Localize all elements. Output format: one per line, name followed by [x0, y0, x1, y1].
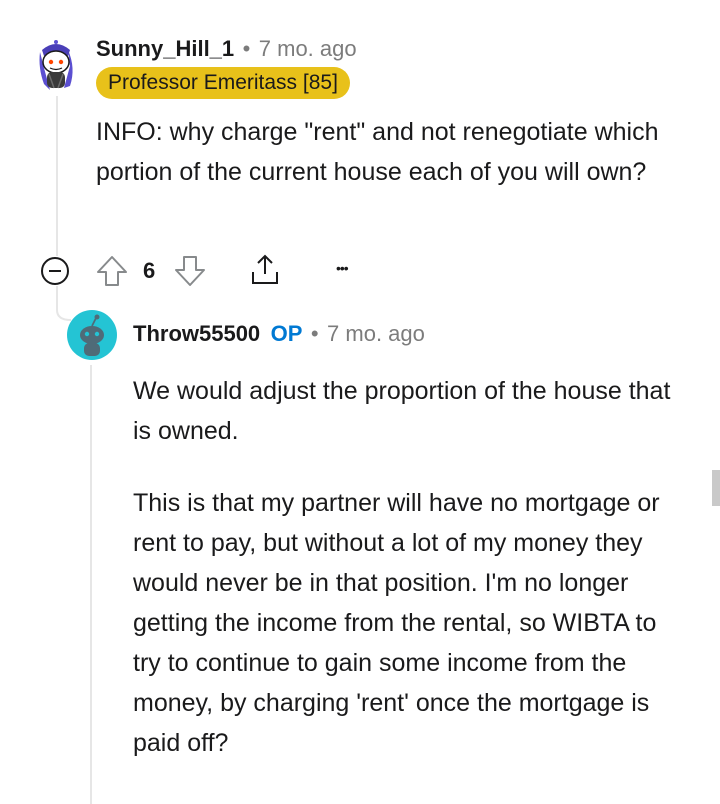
op-badge: OP [270, 321, 303, 346]
snoo-avatar-icon[interactable] [67, 310, 117, 360]
meta-separator: • [310, 321, 319, 346]
snoo-avatar-icon[interactable] [34, 38, 78, 92]
vote-count: 6 [143, 258, 156, 283]
upvote-icon[interactable] [95, 254, 129, 288]
comment-header: Sunny_Hill_1 • 7 mo. ago [96, 36, 357, 62]
reply-header: Throw55500 OP • 7 mo. ago [133, 321, 425, 347]
comment-age: 7 mo. ago [258, 36, 357, 61]
scroll-indicator[interactable] [712, 470, 720, 506]
downvote-icon[interactable] [173, 254, 207, 288]
user-flair: Professor Emeritass [85] [96, 67, 350, 99]
meta-separator: • [242, 36, 251, 61]
reply-age: 7 mo. ago [327, 321, 425, 346]
thread-line-reply [90, 365, 92, 804]
comment-body: INFO: why charge "rent" and not renegoti… [96, 112, 696, 192]
reply-body: We would adjust the proportion of the ho… [133, 371, 678, 763]
thread-line-main [56, 96, 58, 256]
collapse-icon[interactable] [39, 255, 71, 287]
comment-username[interactable]: Sunny_Hill_1 [96, 36, 234, 61]
share-icon[interactable] [247, 252, 283, 288]
comment-body-text: INFO: why charge "rent" and not renegoti… [96, 118, 659, 186]
reply-paragraph: This is that my partner will have no mor… [133, 489, 660, 757]
more-options-icon[interactable]: ••• [336, 260, 349, 276]
reply-paragraph: We would adjust the proportion of the ho… [133, 377, 671, 445]
reply-username[interactable]: Throw55500 [133, 321, 260, 346]
